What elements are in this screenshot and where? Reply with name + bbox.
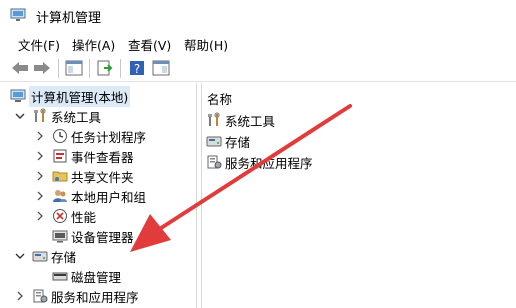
tree-item-device-manager[interactable]: 设备管理器 bbox=[52, 226, 134, 246]
clock-icon bbox=[52, 128, 68, 144]
window-title: 计算机管理 bbox=[36, 11, 102, 26]
list-item[interactable]: 系统工具 bbox=[206, 110, 275, 130]
column-header-name[interactable]: 名称 bbox=[207, 89, 232, 108]
help-icon[interactable]: ? bbox=[127, 58, 147, 78]
tree-item-system-tools[interactable]: 系统工具 bbox=[14, 106, 101, 126]
users-icon bbox=[52, 188, 68, 204]
menu-action[interactable]: 操作(A) bbox=[72, 35, 115, 54]
chevron-right-icon[interactable] bbox=[34, 210, 46, 222]
performance-icon bbox=[52, 208, 68, 224]
tree-item-storage[interactable]: 存储 bbox=[14, 246, 76, 266]
tree-item-services-apps[interactable]: 服务和应用程序 bbox=[14, 286, 139, 306]
chevron-right-icon[interactable] bbox=[14, 290, 26, 302]
menu-help[interactable]: 帮助(H) bbox=[184, 35, 228, 54]
list-item-label: 服务和应用程序 bbox=[225, 155, 313, 171]
chevron-right-icon[interactable] bbox=[34, 170, 46, 182]
tree-item-performance[interactable]: 性能 bbox=[34, 206, 96, 226]
shared-folder-icon bbox=[52, 168, 68, 184]
disk-management-icon bbox=[52, 268, 68, 284]
tree-label: 任务计划程序 bbox=[71, 129, 147, 145]
tree-label: 磁盘管理 bbox=[71, 269, 122, 285]
toolbar-separator bbox=[89, 59, 90, 78]
list-item-label: 系统工具 bbox=[225, 113, 276, 129]
tree-item-local-users[interactable]: 本地用户和组 bbox=[34, 186, 146, 206]
storage-icon bbox=[32, 248, 48, 264]
chevron-right-icon[interactable] bbox=[34, 190, 46, 202]
tree-label: 存储 bbox=[51, 249, 77, 265]
toolbar: ? bbox=[0, 55, 516, 82]
list-item[interactable]: 存储 bbox=[206, 131, 250, 151]
tree-label: 服务和应用程序 bbox=[51, 289, 139, 305]
device-manager-icon bbox=[52, 228, 68, 244]
title-bar: 计算机管理 bbox=[0, 0, 516, 31]
svg-text:?: ? bbox=[134, 62, 140, 76]
computer-management-icon bbox=[10, 8, 26, 22]
event-viewer-icon bbox=[52, 148, 68, 164]
toolbar-separator bbox=[120, 59, 121, 78]
export-list-icon[interactable] bbox=[95, 58, 115, 78]
services-icon bbox=[206, 154, 222, 170]
forward-icon[interactable] bbox=[32, 58, 52, 78]
menu-view[interactable]: 查看(V) bbox=[128, 35, 171, 54]
properties-pane-icon[interactable] bbox=[151, 58, 171, 78]
tree-item-event-viewer[interactable]: 事件查看器 bbox=[34, 146, 134, 166]
back-icon[interactable] bbox=[10, 58, 30, 78]
tree-label: 共享文件夹 bbox=[71, 169, 134, 185]
list-item-label: 存储 bbox=[225, 134, 251, 150]
tree-item-disk-management[interactable]: 磁盘管理 bbox=[52, 266, 121, 286]
tree-label: 事件查看器 bbox=[71, 149, 134, 165]
menu-bar: 文件(F) 操作(A) 查看(V) 帮助(H) bbox=[0, 31, 516, 55]
tree-label: 计算机管理(本地) bbox=[29, 85, 131, 107]
chevron-right-icon[interactable] bbox=[34, 150, 46, 162]
chevron-down-icon[interactable] bbox=[14, 110, 26, 122]
show-hide-tree-icon[interactable] bbox=[64, 58, 84, 78]
tree-label: 本地用户和组 bbox=[71, 189, 147, 205]
tree-item-task-scheduler[interactable]: 任务计划程序 bbox=[34, 126, 146, 146]
tree-label: 设备管理器 bbox=[71, 229, 134, 245]
chevron-right-icon[interactable] bbox=[34, 130, 46, 142]
services-icon bbox=[32, 288, 48, 304]
computer-management-icon bbox=[10, 88, 26, 104]
tree-item-computer-management[interactable]: 计算机管理(本地) bbox=[10, 85, 131, 107]
storage-icon bbox=[206, 133, 222, 149]
list-item[interactable]: 服务和应用程序 bbox=[206, 152, 313, 172]
chevron-down-icon[interactable] bbox=[14, 250, 26, 262]
toolbar-separator bbox=[58, 59, 59, 78]
tools-icon bbox=[206, 112, 222, 128]
menu-file[interactable]: 文件(F) bbox=[18, 35, 60, 54]
tools-icon bbox=[32, 108, 48, 124]
tree-label: 性能 bbox=[71, 209, 97, 225]
tree-item-shared-folders[interactable]: 共享文件夹 bbox=[34, 166, 134, 186]
tree-label: 系统工具 bbox=[51, 109, 102, 125]
